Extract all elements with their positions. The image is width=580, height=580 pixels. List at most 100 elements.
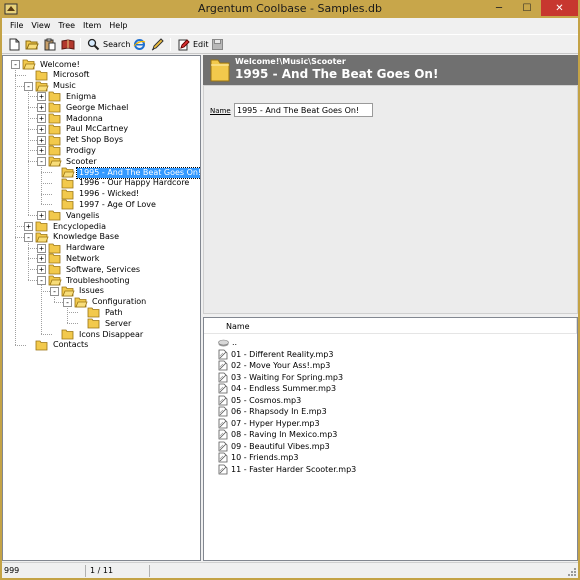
expand-icon[interactable]: + [37,211,46,221]
expand-icon[interactable]: + [37,114,46,123]
list-item-label: 09 - Beautiful Vibes.mp3 [231,441,330,451]
collapse-icon[interactable]: - [37,157,46,167]
tree-node[interactable]: 1997 - Age Of Love [61,199,158,210]
list-item[interactable]: 01 - Different Reality.mp3 [218,349,333,360]
search-button[interactable]: Search [87,37,130,52]
list-item-label: .. [232,338,238,347]
list-item[interactable]: 10 - Friends.mp3 [218,452,298,463]
list-item[interactable]: 09 - Beautiful Vibes.mp3 [218,441,330,452]
tree-node[interactable]: Madonna [48,113,105,124]
tree-node[interactable]: Configuration [74,297,148,308]
tree-node[interactable]: Software, Services [48,264,142,275]
folder-icon [22,59,36,70]
new-button[interactable] [8,37,21,52]
tree-node[interactable]: Contacts [35,340,90,351]
list-item[interactable]: 03 - Waiting For Spring.mp3 [218,372,343,383]
tree-node[interactable]: Scooter [48,156,99,167]
list-header[interactable]: Name [204,318,577,334]
edit-label: Edit [193,40,209,49]
tree-node[interactable]: Enigma [48,91,98,102]
name-field[interactable]: 1995 - And The Beat Goes On! [234,103,373,117]
list-item[interactable]: 06 - Rhapsody In E.mp3 [218,406,327,417]
edit-button[interactable]: Edit [177,37,209,52]
expand-icon[interactable]: + [37,265,46,275]
tree-node[interactable]: Path [87,307,125,318]
tree-connector [15,68,16,345]
list-item-label: 07 - Hyper Hyper.mp3 [231,418,320,428]
list-item[interactable]: 05 - Cosmos.mp3 [218,395,301,406]
tree-node-label: Welcome! [40,59,80,69]
expand-icon[interactable]: + [37,243,46,253]
tree-node[interactable]: Hardware [48,243,107,254]
file-list[interactable]: Name .. 01 - Different Reality.mp3 02 - Mo… [203,317,578,561]
tree-node-label: Configuration [92,297,147,307]
expand-icon[interactable]: + [37,254,46,264]
tree-node[interactable]: Vangelis [48,210,101,221]
browser-button[interactable] [133,37,146,52]
tree-node-label: 1997 - Age Of Love [79,199,156,209]
list-item[interactable]: 08 - Raving In Mexico.mp3 [218,429,337,440]
tree-node[interactable]: Icons Disappear [61,329,145,340]
tree-node[interactable]: 1996 - Our Happy Hardcore [61,178,191,189]
maximize-button[interactable]: ☐ [514,0,540,16]
tree-node[interactable]: Issues [61,286,106,297]
menu-item[interactable]: Item [79,18,105,34]
menu-bar: File View Tree Item Help [2,18,578,34]
collapse-icon[interactable]: - [24,232,33,242]
tree-node[interactable]: Knowledge Base [35,232,121,243]
menu-help[interactable]: Help [105,18,131,34]
tree-node[interactable]: Microsoft [35,70,91,81]
tree-node[interactable]: Pet Shop Boys [48,135,125,146]
list-item[interactable]: 02 - Move Your Ass!.mp3 [218,360,330,371]
tree-node[interactable]: Paul McCartney [48,124,130,135]
open-button[interactable] [25,37,39,52]
collapse-icon[interactable]: - [37,276,46,285]
expand-icon[interactable]: + [37,146,46,156]
collapse-icon[interactable]: - [63,297,72,307]
menu-tree[interactable]: Tree [54,18,79,34]
column-name[interactable]: Name [226,322,250,331]
menu-view[interactable]: View [27,18,54,34]
tree-node-label: Madonna [66,113,103,123]
tree-node-label: Encyclopedia [53,221,106,231]
expand-icon[interactable]: + [37,103,46,113]
folder-icon [35,221,48,232]
list-item[interactable]: .. [218,337,237,348]
expand-icon[interactable]: + [37,135,46,145]
collapse-icon[interactable]: - [11,60,20,69]
close-button[interactable]: ✕ [541,0,578,16]
folder-icon [35,81,49,91]
book-button[interactable] [61,37,75,52]
expand-icon[interactable]: + [37,92,46,102]
tree-node[interactable]: Server [87,318,133,329]
tree-node[interactable]: Network [48,253,101,264]
paste-button[interactable] [43,37,56,52]
menu-file[interactable]: File [6,18,27,34]
tree-node[interactable]: George Michael [48,102,130,113]
folder-icon [87,318,100,329]
resize-grip-icon[interactable] [567,567,577,577]
save-button[interactable] [211,37,224,52]
list-item[interactable]: 07 - Hyper Hyper.mp3 [218,418,320,429]
tree-node[interactable]: Prodigy [48,145,98,156]
tree-node-label: 1995 - And The Beat Goes On! [75,166,200,179]
tree-node[interactable]: 1995 - And The Beat Goes On! [61,166,200,179]
tools-button[interactable] [151,37,164,52]
tree-node[interactable]: Music [35,81,78,92]
tree-node[interactable]: 1996 - Wicked! [61,189,141,200]
tree-connector [67,312,78,314]
list-item[interactable]: 04 - Endless Summer.mp3 [218,383,336,394]
tree-node[interactable]: Welcome! [22,59,82,70]
collapse-icon[interactable]: - [50,286,59,296]
expand-icon[interactable]: + [37,124,46,134]
expand-icon[interactable]: + [24,222,33,231]
tree-node[interactable]: Encyclopedia [35,221,108,232]
tree-panel[interactable]: Welcome! - Microsoft Music - Enigma + George Mi… [2,55,201,561]
collapse-icon[interactable]: - [24,81,33,91]
tree-node[interactable]: Troubleshooting [48,275,132,286]
file-link-icon [218,406,228,417]
internet-explorer-icon [133,39,146,50]
minimize-button[interactable]: ─ [486,0,512,16]
folder-icon [74,297,88,307]
list-item[interactable]: 11 - Faster Harder Scooter.mp3 [218,464,356,475]
